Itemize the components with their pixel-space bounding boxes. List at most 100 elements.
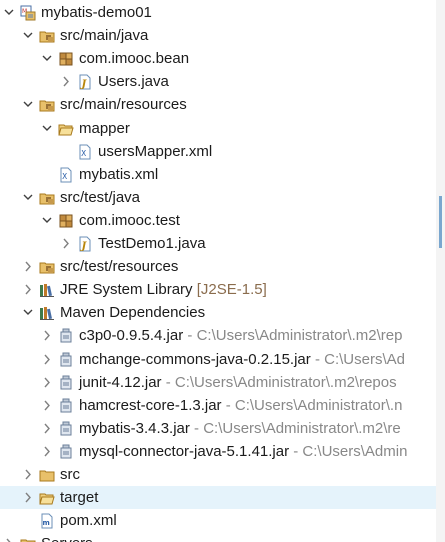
chevron-right-icon[interactable]	[60, 232, 74, 255]
chevron-down-icon[interactable]	[41, 47, 55, 70]
tree-item-mapper[interactable]: mapper	[0, 117, 436, 140]
item-name: com.imooc.test	[79, 211, 180, 229]
tree-item-servers[interactable]: Servers	[0, 532, 436, 542]
tree-item-label: com.imooc.test	[79, 209, 180, 232]
tree-item-hamcrest-core-1-3-jar[interactable]: hamcrest-core-1.3.jar - C:\Users\Adminis…	[0, 394, 436, 417]
chevron-right-icon[interactable]	[3, 532, 17, 542]
tree-item-label: Users.java	[98, 70, 169, 93]
tree-item-label: mchange-commons-java-0.2.15.jar - C:\Use…	[79, 348, 405, 371]
package-icon	[58, 213, 74, 229]
chevron-down-icon[interactable]	[22, 186, 36, 209]
tree-item-target[interactable]: target	[0, 486, 436, 510]
item-name: mybatis-3.4.3.jar	[79, 419, 190, 437]
jar-icon	[58, 352, 74, 368]
tree-item-label: src/test/java	[60, 186, 140, 209]
item-name: pom.xml	[60, 512, 117, 530]
item-name: src/main/resources	[60, 96, 187, 114]
chevron-right-icon[interactable]	[60, 70, 74, 93]
chevron-right-icon[interactable]	[41, 440, 55, 463]
tree-item-label: pom.xml	[60, 509, 117, 532]
chevron-down-icon[interactable]	[22, 93, 36, 116]
tree-item-label: usersMapper.xml	[98, 140, 212, 163]
tree-item-label: src/test/resources	[60, 255, 178, 278]
tree-item-mysql-connector-java-5-1-41-jar[interactable]: mysql-connector-java-5.1.41.jar - C:\Use…	[0, 440, 436, 463]
scrollbar-thumb[interactable]	[439, 196, 442, 248]
server-project-icon	[20, 536, 36, 542]
tree-item-mybatis-xml[interactable]: Xmybatis.xml	[0, 163, 436, 186]
xml-file-icon: X	[77, 144, 93, 160]
tree-item-label: hamcrest-core-1.3.jar - C:\Users\Adminis…	[79, 394, 402, 417]
item-name: junit-4.12.jar	[79, 373, 162, 391]
vertical-scrollbar[interactable]	[436, 0, 445, 542]
chevron-down-icon[interactable]	[3, 1, 17, 24]
tree-item-com-imooc-bean[interactable]: com.imooc.bean	[0, 47, 436, 70]
svg-text:X: X	[62, 172, 67, 181]
tree-item-src[interactable]: src	[0, 463, 436, 486]
tree-item-c3p0-0-9-5-4-jar[interactable]: c3p0-0.9.5.4.jar - C:\Users\Administrato…	[0, 324, 436, 347]
tree-item-label: mybatis.xml	[79, 163, 158, 186]
tree-item-label: src/main/resources	[60, 93, 187, 116]
tree-item-label: mysql-connector-java-5.1.41.jar - C:\Use…	[79, 440, 407, 463]
library-icon	[39, 305, 55, 321]
tree-item-testdemo1-java[interactable]: J TestDemo1.java	[0, 232, 436, 255]
chevron-right-icon[interactable]	[22, 486, 36, 509]
item-name: c3p0-0.9.5.4.jar	[79, 327, 184, 345]
tree-item-src-main-resources[interactable]: src/main/resources	[0, 93, 436, 116]
tree-item-src-test-resources[interactable]: src/test/resources	[0, 255, 436, 278]
chevron-right-icon[interactable]	[41, 348, 55, 371]
item-name: mysql-connector-java-5.1.41.jar	[79, 442, 290, 460]
chevron-right-icon[interactable]	[41, 394, 55, 417]
tree-item-usersmapper-xml[interactable]: XusersMapper.xml	[0, 140, 436, 163]
java-file-icon: J	[77, 236, 93, 252]
chevron-right-icon[interactable]	[22, 278, 36, 301]
tree-item-mybatis-demo01[interactable]: Mmybatis-demo01	[0, 1, 436, 24]
item-name: Users.java	[98, 73, 169, 91]
chevron-right-icon[interactable]	[41, 371, 55, 394]
item-name: hamcrest-core-1.3.jar	[79, 396, 222, 414]
tree-item-pom-xml[interactable]: m pom.xml	[0, 509, 436, 532]
item-name: mybatis-demo01	[41, 4, 152, 21]
tree-item-com-imooc-test[interactable]: com.imooc.test	[0, 209, 436, 232]
tree-item-label: junit-4.12.jar - C:\Users\Administrator\…	[79, 371, 397, 394]
tree-item-mybatis-3-4-3-jar[interactable]: mybatis-3.4.3.jar - C:\Users\Administrat…	[0, 417, 436, 440]
tree-item-jre-system-library[interactable]: JRE System Library [J2SE-1.5]	[0, 278, 436, 301]
item-name: Servers	[41, 535, 93, 542]
jar-path: - C:\Users\Administrator\.m2\repos	[161, 373, 397, 391]
folder-open-icon	[58, 121, 74, 137]
tree-item-mchange-commons-java-0-2-15-jar[interactable]: mchange-commons-java-0.2.15.jar - C:\Use…	[0, 348, 436, 371]
chevron-right-icon[interactable]	[22, 463, 36, 486]
chevron-down-icon[interactable]	[22, 24, 36, 47]
item-name: src	[60, 466, 80, 483]
chevron-down-icon[interactable]	[41, 209, 55, 232]
chevron-down-icon[interactable]	[22, 301, 36, 324]
tree-item-maven-dependencies[interactable]: Maven Dependencies	[0, 301, 436, 324]
tree-item-src-test-java[interactable]: src/test/java	[0, 186, 436, 209]
xml-file-icon: X	[58, 167, 74, 183]
chevron-right-icon[interactable]	[41, 417, 55, 440]
tree-item-label: TestDemo1.java	[98, 232, 206, 255]
tree-item-label: Servers	[41, 532, 93, 542]
item-name: com.imooc.bean	[79, 50, 190, 68]
folder-icon	[39, 467, 55, 483]
project-explorer-tree[interactable]: Mmybatis-demo01 src/main/java com.imooc.be…	[0, 0, 436, 542]
item-name: src/test/java	[60, 188, 141, 206]
source-folder-icon	[39, 259, 55, 275]
item-name: usersMapper.xml	[98, 142, 213, 160]
source-folder-icon	[39, 190, 55, 206]
jar-path: - C:\Users\Administrator\.n	[221, 396, 403, 414]
item-name: target	[60, 489, 99, 507]
jar-icon	[58, 421, 74, 437]
chevron-right-icon[interactable]	[41, 324, 55, 347]
jar-icon	[58, 398, 74, 414]
item-name: src/main/java	[60, 27, 149, 45]
library-icon	[39, 282, 55, 298]
chevron-right-icon[interactable]	[22, 255, 36, 278]
jar-path: - C:\Users\Administrator\.m2\re	[189, 419, 401, 437]
tree-item-users-java[interactable]: J Users.java	[0, 70, 436, 93]
item-name: mchange-commons-java-0.2.15.jar	[79, 350, 311, 368]
svg-text:X: X	[81, 149, 86, 158]
item-name: JRE System Library	[60, 281, 193, 299]
tree-item-src-main-java[interactable]: src/main/java	[0, 24, 436, 47]
tree-item-junit-4-12-jar[interactable]: junit-4.12.jar - C:\Users\Administrator\…	[0, 371, 436, 394]
chevron-down-icon[interactable]	[41, 117, 55, 140]
